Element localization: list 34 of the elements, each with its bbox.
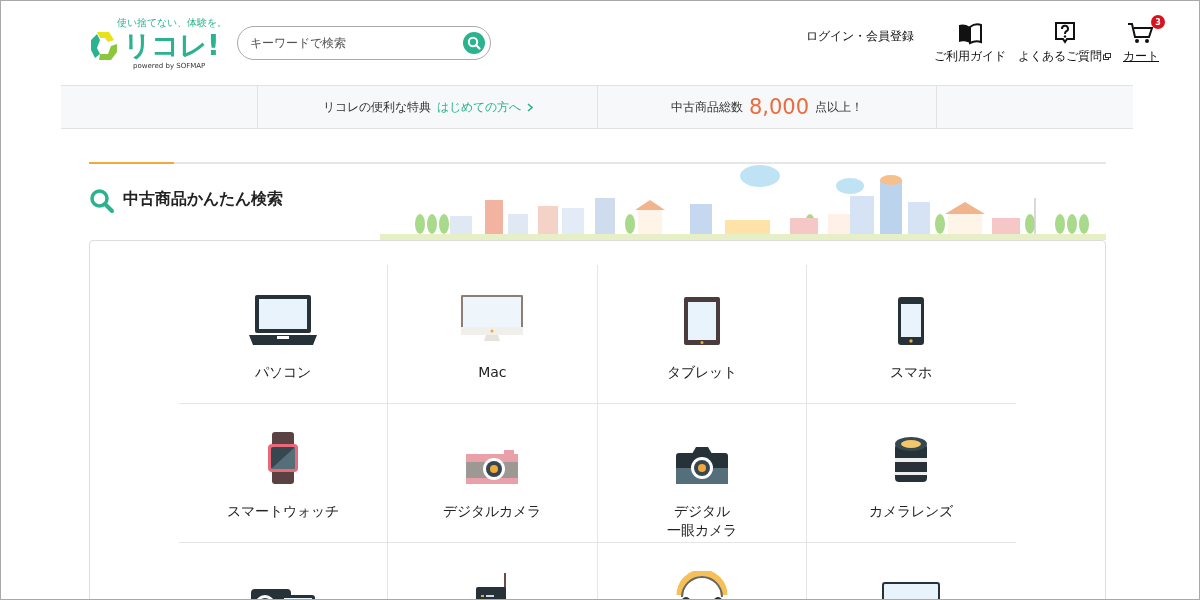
cart-icon[interactable] — [1127, 21, 1155, 45]
book-icon[interactable] — [957, 23, 983, 45]
count-label: 中古商品総数 — [670, 98, 743, 116]
category-tile[interactable]: スマートウォッチ — [179, 404, 389, 543]
search-field[interactable]: キーワードで検索 — [237, 26, 491, 60]
category-tile[interactable]: スマホ — [806, 265, 1016, 404]
category-tile[interactable]: デジタル 一眼カメラ — [597, 404, 807, 543]
nav-link[interactable]: カート — [1123, 48, 1159, 65]
camera-icon — [466, 450, 519, 484]
category-tile[interactable]: タブレット — [597, 265, 807, 404]
category-tile[interactable]: デジタルカメラ — [388, 404, 598, 543]
camera-icon — [675, 446, 728, 484]
count-suffix: 点以上！ — [815, 98, 864, 116]
benefit-text: リコレの便利な特典 — [322, 98, 431, 116]
search-icon — [89, 188, 115, 214]
external-link-icon — [1103, 53, 1111, 60]
cart-count-badge: 3 — [1151, 15, 1165, 29]
camera-lens-icon — [893, 436, 930, 484]
category-tile[interactable]: パソコン — [179, 265, 389, 404]
question-icon[interactable] — [1053, 21, 1076, 45]
smartwatch-icon — [268, 432, 299, 484]
category-tile[interactable]: Mac — [388, 265, 598, 404]
laptop-icon — [249, 295, 318, 345]
category-tile[interactable]: カメラレンズ — [806, 404, 1016, 543]
section-title: 中古商品かんたん検索 — [123, 189, 283, 210]
smartphone-icon — [898, 297, 925, 345]
nav-link[interactable]: よくあるご質問 — [1018, 48, 1111, 65]
product-count: 8,000 — [748, 95, 810, 119]
login-link[interactable]: ログイン・会員登録 — [806, 27, 914, 45]
hexagon-logo-icon — [89, 30, 119, 62]
nav-link[interactable]: ご利用ガイド — [934, 48, 1006, 65]
tablet-icon — [683, 297, 720, 345]
logo-tagline: 使い捨てない、体験を。 — [117, 16, 227, 30]
chevron-icon — [526, 102, 533, 112]
